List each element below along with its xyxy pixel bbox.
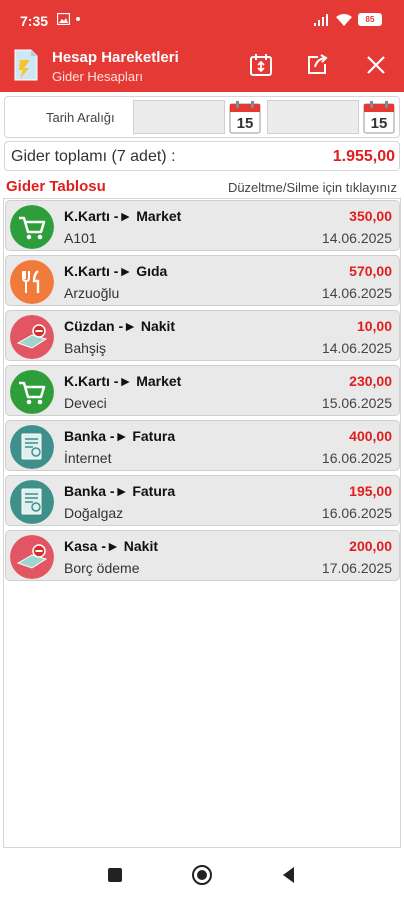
row-date: 16.06.2025 (321, 450, 392, 466)
expense-row[interactable]: Cüzdan -► Nakit Bahşiş 10,00 14.06.2025 (5, 310, 400, 361)
row-amount: 10,00 (356, 318, 392, 334)
expense-row[interactable]: K.Kartı -► Market A101 350,00 14.06.2025 (5, 200, 400, 251)
cash-minus-icon (10, 535, 54, 579)
row-amount: 230,00 (349, 373, 392, 389)
row-amount: 195,00 (349, 483, 392, 499)
total-label: Gider toplamı (7 adet) : (11, 148, 176, 165)
app-logo-icon (14, 49, 38, 81)
row-amount: 570,00 (349, 263, 392, 279)
gallery-icon (57, 13, 70, 25)
wifi-icon (336, 13, 352, 26)
recents-button[interactable] (104, 864, 126, 886)
invoice-icon (10, 425, 54, 469)
row-date: 14.06.2025 (321, 285, 392, 301)
row-category: K.Kartı -► Market (64, 208, 182, 224)
row-category: Kasa -► Nakit (64, 538, 159, 554)
status-time: 7:35 (20, 13, 49, 29)
row-category: K.Kartı -► Gıda (64, 263, 168, 279)
fork-knife-icon (10, 260, 54, 304)
page-subtitle: Gider Hesapları (52, 69, 144, 84)
signal-icon (314, 13, 328, 26)
end-calendar-icon[interactable]: 15 (363, 100, 395, 134)
close-icon[interactable] (363, 52, 389, 78)
row-category: Banka -► Fatura (64, 428, 176, 444)
shopping-cart-icon (10, 205, 54, 249)
status-bar: 7:35 85 (0, 0, 404, 38)
home-button[interactable] (191, 864, 213, 886)
row-category: Banka -► Fatura (64, 483, 176, 499)
invoice-icon (10, 480, 54, 524)
expense-total: Gider toplamı (7 adet) : 1.955,00 (4, 141, 400, 171)
start-date-field[interactable] (133, 100, 225, 134)
shopping-cart-icon (10, 370, 54, 414)
row-description: Borç ödeme (64, 560, 140, 576)
row-date: 16.06.2025 (321, 505, 392, 521)
expense-row[interactable]: Banka -► Fatura İnternet 400,00 16.06.20… (5, 420, 400, 471)
expense-row[interactable]: K.Kartı -► Market Deveci 230,00 15.06.20… (5, 365, 400, 416)
end-date-field[interactable] (267, 100, 359, 134)
row-amount: 200,00 (349, 538, 392, 554)
row-date: 15.06.2025 (321, 395, 392, 411)
row-description: Doğalgaz (64, 505, 124, 521)
date-range-label: Tarih Aralığı (46, 110, 115, 125)
row-date: 14.06.2025 (321, 230, 392, 246)
total-value: 1.955,00 (332, 148, 395, 165)
notification-dot-icon (76, 17, 80, 21)
row-description: Deveci (64, 395, 107, 411)
date-range-filter: Tarih Aralığı 15 15 (4, 96, 400, 138)
calendar-range-icon[interactable] (248, 52, 274, 78)
table-hint: Düzeltme/Silme için tıklayınız (227, 180, 397, 195)
page-title: Hesap Hareketleri (52, 49, 179, 66)
row-description: İnternet (64, 450, 112, 466)
row-category: Cüzdan -► Nakit (64, 318, 176, 334)
expense-row[interactable]: Kasa -► Nakit Borç ödeme 200,00 17.06.20… (5, 530, 400, 581)
row-date: 17.06.2025 (321, 560, 392, 576)
row-amount: 350,00 (349, 208, 392, 224)
row-category: K.Kartı -► Market (64, 373, 182, 389)
cash-minus-icon (10, 315, 54, 359)
table-title: Gider Tablosu (6, 178, 106, 195)
battery-icon: 85 (358, 13, 382, 26)
share-icon[interactable] (304, 52, 330, 78)
end-calendar-day: 15 (371, 115, 388, 132)
start-calendar-day: 15 (237, 115, 254, 132)
start-calendar-icon[interactable]: 15 (229, 100, 261, 134)
system-nav-bar (0, 850, 404, 900)
row-date: 14.06.2025 (321, 340, 392, 356)
expense-row[interactable]: K.Kartı -► Gıda Arzuoğlu 570,00 14.06.20… (5, 255, 400, 306)
back-button[interactable] (278, 864, 300, 886)
row-description: Bahşiş (64, 340, 107, 356)
row-amount: 400,00 (349, 428, 392, 444)
expense-row[interactable]: Banka -► Fatura Doğalgaz 195,00 16.06.20… (5, 475, 400, 526)
row-description: Arzuoğlu (64, 285, 120, 301)
app-bar: Hesap Hareketleri Gider Hesapları (0, 38, 404, 92)
row-description: A101 (64, 230, 97, 246)
